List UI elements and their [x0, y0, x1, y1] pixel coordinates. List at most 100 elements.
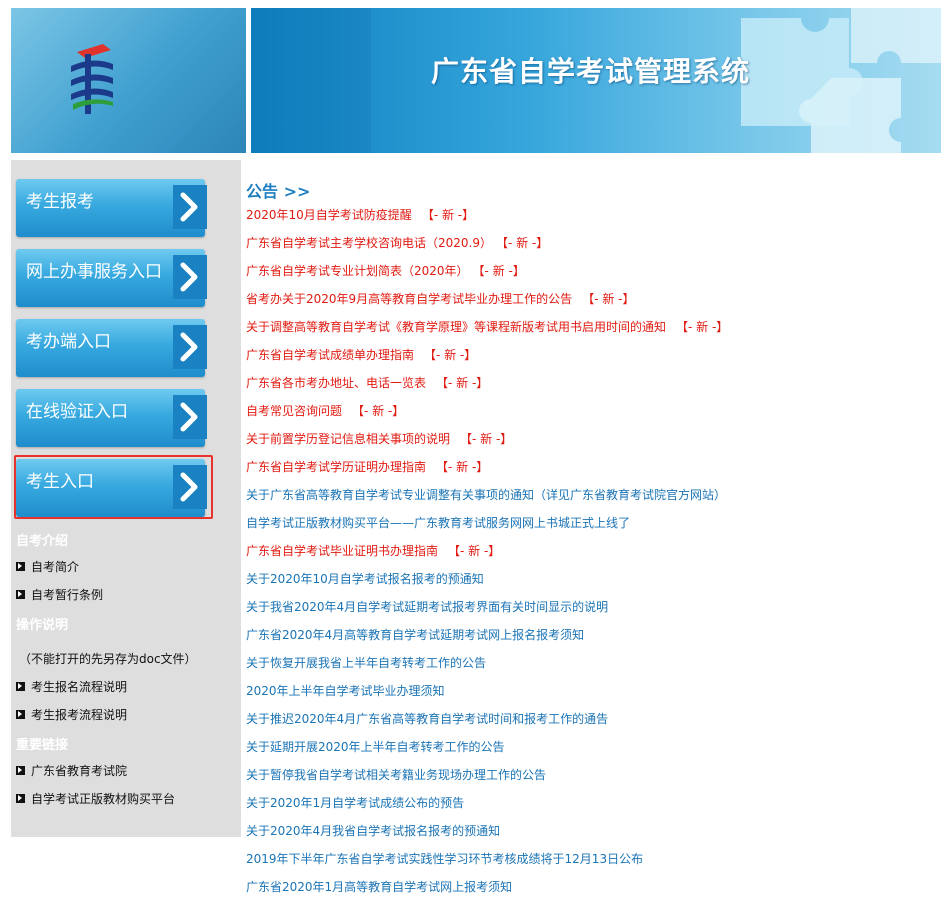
notice-link[interactable]: 关于前置学历登记信息相关事项的说明: [246, 432, 450, 446]
new-badge: 【- 新 -】: [460, 432, 513, 446]
nav-button-label: 考生报考: [26, 192, 94, 212]
notice-item: 广东省自学考试成绩单办理指南 【- 新 -】: [246, 346, 728, 374]
notice-link[interactable]: 关于我省2020年4月自学考试延期考试报考界面有关时间显示的说明: [246, 600, 608, 614]
chevron-right-icon: [173, 255, 207, 299]
section-heading-ops: 操作说明: [16, 618, 69, 633]
side-link-exam-institute[interactable]: 广东省教育考试院: [16, 762, 127, 779]
chevron-right-icon: [173, 185, 207, 229]
nav-button-office-portal[interactable]: 考办端入口: [16, 319, 207, 377]
header-banner: 广东省自学考试管理系统: [251, 8, 941, 153]
nav-button-label: 考办端入口: [26, 332, 111, 352]
notice-link[interactable]: 关于延期开展2020年上半年自考转考工作的公告: [246, 740, 505, 754]
side-link-intro[interactable]: 自考简介: [16, 558, 79, 575]
section-heading-links: 重要链接: [16, 738, 69, 753]
new-badge: 【- 新 -】: [352, 404, 405, 418]
notice-link[interactable]: 关于恢复开展我省上半年自考转考工作的公告: [246, 656, 486, 670]
nav-button-candidate-login[interactable]: 考生入口: [14, 455, 213, 519]
arrow-bullet-icon: [16, 794, 25, 803]
arrow-bullet-icon: [16, 590, 25, 599]
notice-link[interactable]: 关于调整高等教育自学考试《教育学原理》等课程新版考试用书启用时间的通知: [246, 320, 666, 334]
notice-link[interactable]: 广东省自学考试学历证明办理指南: [246, 460, 426, 474]
notice-link[interactable]: 关于2020年1月自学考试成绩公布的预告: [246, 796, 464, 810]
notice-item: 广东省自学考试毕业证明书办理指南 【- 新 -】: [246, 542, 728, 570]
notice-link[interactable]: 关于暂停我省自学考试相关考籍业务现场办理工作的公告: [246, 768, 546, 782]
notice-item: 关于推迟2020年4月广东省高等教育自学考试时间和报考工作的通告: [246, 710, 728, 738]
side-link-label: 广东省教育考试院: [31, 764, 128, 778]
side-link-label: 自考简介: [31, 560, 80, 574]
notice-link[interactable]: 关于2020年10月自学考试报名报考的预通知: [246, 572, 484, 586]
notice-item: 自考常见咨询问题 【- 新 -】: [246, 402, 728, 430]
new-badge: 【- 新 -】: [436, 376, 489, 390]
notice-item: 关于恢复开展我省上半年自考转考工作的公告: [246, 654, 728, 682]
chevron-right-icon: [173, 325, 207, 369]
notice-link[interactable]: 广东省自学考试主考学校咨询电话（2020.9）: [246, 236, 492, 250]
chevron-right-icon: [173, 395, 207, 439]
arrow-bullet-icon: [16, 710, 25, 719]
new-badge: 【- 新 -】: [448, 544, 501, 558]
new-badge: 【- 新 -】: [502, 236, 549, 250]
notice-item: 关于延期开展2020年上半年自考转考工作的公告: [246, 738, 728, 766]
notice-link[interactable]: 关于广东省高等教育自学考试专业调整有关事项的通知（详见广东省教育考试院官方网站）: [246, 488, 726, 502]
notice-item: 关于调整高等教育自学考试《教育学原理》等课程新版考试用书启用时间的通知 【- 新 …: [246, 318, 728, 346]
header-logo-panel: [11, 8, 246, 153]
nav-button-online-service[interactable]: 网上办事服务入口: [16, 249, 207, 307]
side-link-label: 考生报名流程说明: [31, 680, 128, 694]
side-link-label: 自考暂行条例: [31, 588, 104, 602]
arrow-bullet-icon: [16, 682, 25, 691]
new-badge: 【- 新 -】: [424, 348, 477, 362]
notice-item: 广东省自学考试专业计划简表（2020年） 【- 新 -】: [246, 262, 728, 290]
new-badge: 【- 新 -】: [478, 264, 525, 278]
notice-link[interactable]: 广东省自学考试毕业证明书办理指南: [246, 544, 438, 558]
nav-button-online-verification[interactable]: 在线验证入口: [16, 389, 207, 447]
nav-button-label: 网上办事服务入口: [26, 262, 162, 282]
system-title: 广东省自学考试管理系统: [431, 55, 751, 88]
notice-link[interactable]: 2019年下半年广东省自学考试实践性学习环节考核成绩将于12月13日公布: [246, 852, 643, 866]
side-link-label: 自学考试正版教材购买平台: [31, 792, 176, 806]
arrow-bullet-icon: [16, 766, 25, 775]
nav-button-label: 考生入口: [26, 472, 94, 492]
notice-item: 关于我省2020年4月自学考试延期考试报考界面有关时间显示的说明: [246, 598, 728, 626]
notice-item: 关于2020年4月我省自学考试报名报考的预通知: [246, 822, 728, 850]
side-link-textbook-platform[interactable]: 自学考试正版教材购买平台: [16, 790, 175, 807]
new-badge: 【- 新 -】: [582, 292, 635, 306]
notice-link[interactable]: 广东省自学考试成绩单办理指南: [246, 348, 414, 362]
notice-link[interactable]: 关于2020年4月我省自学考试报名报考的预通知: [246, 824, 500, 838]
side-link-regulations[interactable]: 自考暂行条例: [16, 586, 103, 603]
notice-link[interactable]: 自学考试正版教材购买平台——广东教育考试服务网网上书城正式上线了: [246, 516, 630, 530]
side-link-signup-guide[interactable]: 考生报名流程说明: [16, 678, 127, 695]
nav-button-label: 在线验证入口: [26, 402, 128, 422]
notice-link[interactable]: 省考办关于2020年9月高等教育自学考试毕业办理工作的公告: [246, 292, 572, 306]
side-link-apply-guide[interactable]: 考生报考流程说明: [16, 706, 127, 723]
notice-item: 自学考试正版教材购买平台——广东教育考试服务网网上书城正式上线了: [246, 514, 728, 542]
notice-link[interactable]: 2020年上半年自学考试毕业办理须知: [246, 684, 445, 698]
notice-item: 关于2020年10月自学考试报名报考的预通知: [246, 570, 728, 598]
notice-item: 关于广东省高等教育自学考试专业调整有关事项的通知（详见广东省教育考试院官方网站）: [246, 486, 728, 514]
notice-link[interactable]: 广东省自学考试专业计划简表（2020年）: [246, 264, 469, 278]
notice-link[interactable]: 2020年10月自学考试防疫提醒: [246, 208, 412, 222]
notice-item: 广东省自学考试学历证明办理指南 【- 新 -】: [246, 458, 728, 486]
doc-note: （不能打开的先另存为doc文件）: [19, 652, 197, 666]
notice-link[interactable]: 广东省2020年1月高等教育自学考试网上报考须知: [246, 880, 512, 894]
notice-item: 省考办关于2020年9月高等教育自学考试毕业办理工作的公告 【- 新 -】: [246, 290, 728, 318]
new-badge: 【- 新 -】: [436, 460, 489, 474]
side-link-label: 考生报考流程说明: [31, 708, 128, 722]
notice-link[interactable]: 广东省各市考办地址、电话一览表: [246, 376, 426, 390]
sidebar: 考生报考 网上办事服务入口 考办端入口 在线验证入口 考生入口 自考介绍 自考简…: [11, 160, 241, 837]
notice-link[interactable]: 关于推迟2020年4月广东省高等教育自学考试时间和报考工作的通告: [246, 712, 608, 726]
nav-button-exam-registration[interactable]: 考生报考: [16, 179, 207, 237]
notice-link[interactable]: 广东省2020年4月高等教育自学考试延期考试网上报名报考须知: [246, 628, 584, 642]
notice-item: 关于前置学历登记信息相关事项的说明 【- 新 -】: [246, 430, 728, 458]
new-badge: 【- 新 -】: [676, 320, 729, 334]
notice-item: 广东省自学考试主考学校咨询电话（2020.9） 【- 新 -】: [246, 234, 728, 262]
notice-item: 广东省2020年4月高等教育自学考试延期考试网上报名报考须知: [246, 626, 728, 654]
notice-item: 2019年下半年广东省自学考试实践性学习环节考核成绩将于12月13日公布: [246, 850, 728, 878]
notice-item: 2020年上半年自学考试毕业办理须知: [246, 682, 728, 710]
notice-item: 广东省各市考办地址、电话一览表 【- 新 -】: [246, 374, 728, 402]
new-badge: 【- 新 -】: [421, 208, 475, 222]
notice-link[interactable]: 自考常见咨询问题: [246, 404, 342, 418]
notice-list: 2020年10月自学考试防疫提醒 【- 新 -】 广东省自学考试主考学校咨询电话（2…: [246, 206, 728, 906]
notice-heading: 公告 >>: [246, 182, 311, 201]
notice-item: 关于2020年1月自学考试成绩公布的预告: [246, 794, 728, 822]
notice-item: 2020年10月自学考试防疫提醒 【- 新 -】: [246, 206, 728, 234]
notice-item: 关于暂停我省自学考试相关考籍业务现场办理工作的公告: [246, 766, 728, 794]
